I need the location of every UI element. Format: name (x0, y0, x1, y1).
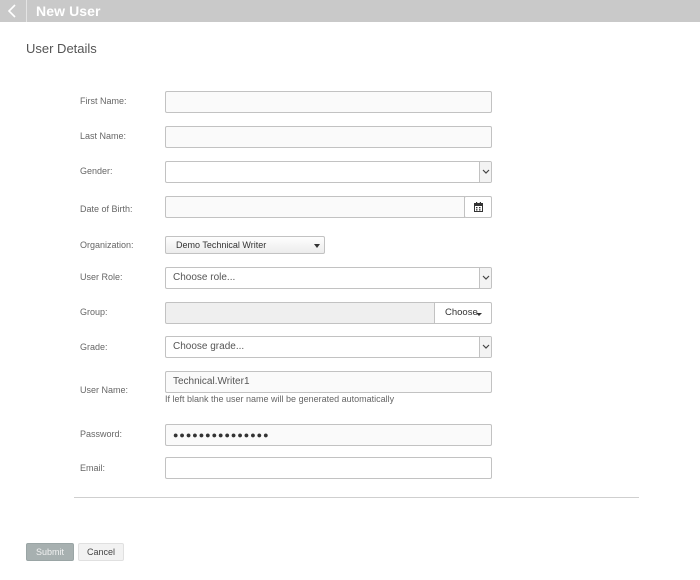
group-choose-label: Choose (445, 307, 478, 318)
section-title: User Details (26, 41, 97, 56)
gender-label: Gender: (80, 166, 113, 176)
organization-dropdown[interactable]: Demo Technical Writer (165, 236, 325, 254)
user-role-label: User Role: (80, 272, 123, 282)
gender-dropdown-arrow (479, 162, 491, 182)
page-title: New User (36, 3, 101, 19)
user-role-dropdown-arrow (479, 268, 491, 288)
last-name-label: Last Name: (80, 131, 127, 141)
user-role-select[interactable]: Choose role... (165, 267, 492, 289)
header-bar: New User (0, 0, 700, 22)
first-name-input[interactable] (165, 91, 492, 113)
email-input[interactable] (165, 457, 492, 479)
back-button[interactable] (0, 0, 26, 22)
chevron-down-icon (482, 169, 490, 174)
email-label: Email: (80, 463, 106, 473)
user-role-selected-value: Choose role... (173, 272, 236, 283)
chevron-left-icon (7, 4, 16, 18)
caret-down-icon (476, 313, 482, 316)
user-name-input[interactable]: Technical.Writer1 (165, 371, 492, 393)
form-divider (74, 497, 639, 498)
password-input[interactable]: ●●●●●●●●●●●●●●● (165, 424, 492, 446)
calendar-button[interactable] (464, 196, 492, 218)
grade-selected-value: Choose grade... (173, 341, 245, 352)
caret-down-icon (314, 244, 320, 248)
submit-button[interactable]: Submit (26, 543, 74, 561)
first-name-label: First Name: (80, 96, 127, 106)
dob-label: Date of Birth: (80, 204, 133, 214)
gender-select[interactable] (165, 161, 492, 183)
grade-select[interactable]: Choose grade... (165, 336, 492, 358)
user-name-helper-text: If left blank the user name will be gene… (165, 394, 395, 404)
chevron-down-icon (482, 344, 490, 349)
grade-label: Grade: (80, 342, 108, 352)
header-divider (26, 0, 27, 22)
user-name-label: User Name: (80, 385, 129, 395)
organization-label: Organization: (80, 240, 134, 250)
password-label: Password: (80, 429, 123, 439)
grade-dropdown-arrow (479, 337, 491, 357)
group-label: Group: (80, 307, 108, 317)
last-name-input[interactable] (165, 126, 492, 148)
group-input (165, 302, 435, 324)
chevron-down-icon (482, 275, 490, 280)
calendar-icon (474, 202, 483, 212)
organization-selected-value: Demo Technical Writer (176, 240, 267, 250)
group-choose-button[interactable]: Choose (434, 302, 492, 324)
dob-input[interactable] (165, 196, 465, 218)
cancel-button[interactable]: Cancel (78, 543, 124, 561)
